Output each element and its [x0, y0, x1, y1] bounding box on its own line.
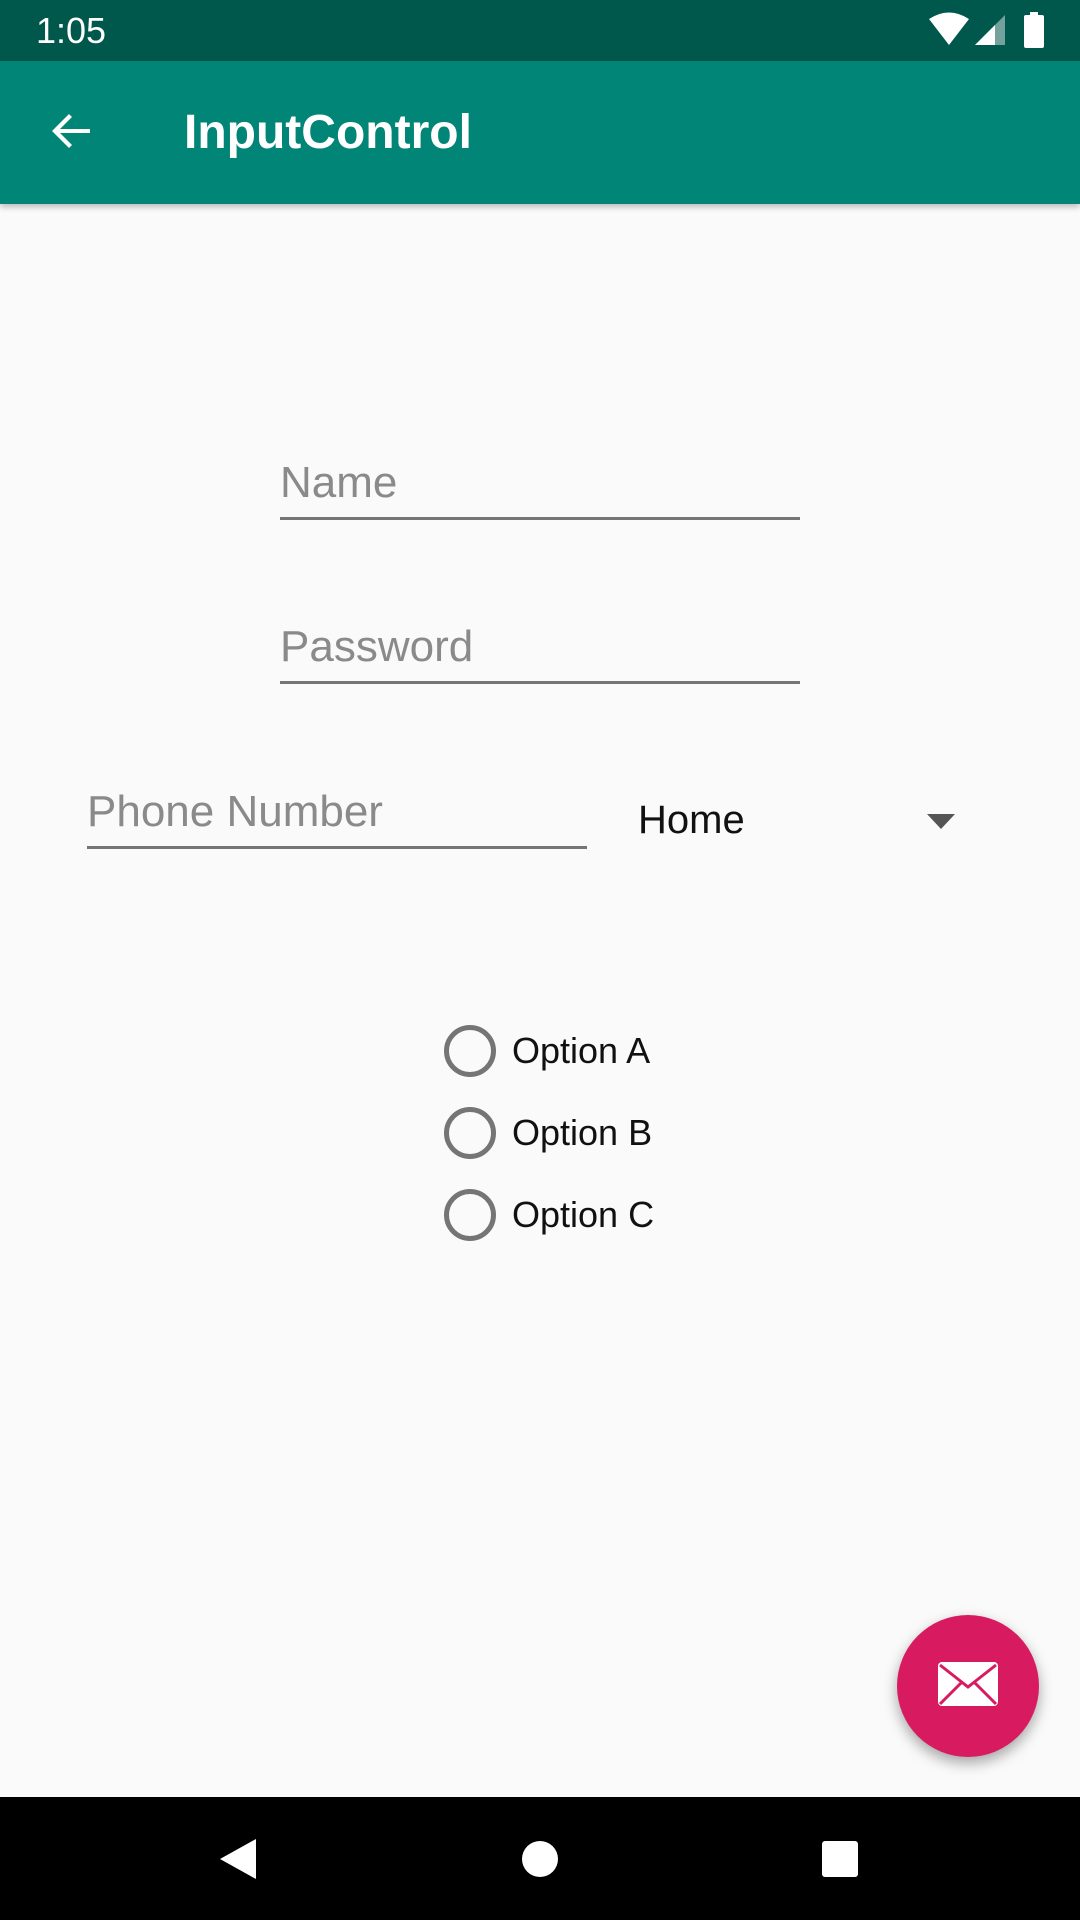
radio-label-b: Option B	[512, 1112, 653, 1153]
nav-recents-icon	[821, 1840, 859, 1883]
signal-icon	[973, 12, 1007, 51]
nav-home-icon	[521, 1840, 559, 1883]
phone-type-spinner[interactable]: Home	[620, 782, 970, 862]
arrow-back-icon	[48, 107, 96, 160]
name-input[interactable]	[280, 440, 800, 517]
radio-button-a[interactable]	[444, 1025, 496, 1077]
phone-field-container	[87, 769, 587, 849]
email-icon	[937, 1661, 999, 1712]
wifi-icon	[928, 12, 970, 51]
battery-icon	[1024, 12, 1044, 53]
navigation-bar	[0, 1797, 1080, 1920]
status-bar: 1:05	[0, 0, 1080, 61]
radio-button-c[interactable]	[444, 1189, 496, 1241]
password-input[interactable]	[280, 604, 800, 681]
nav-home-button[interactable]	[510, 1831, 570, 1891]
nav-back-button[interactable]	[208, 1831, 268, 1891]
radio-option-b[interactable]: Option B	[440, 1092, 700, 1174]
radio-label-a: Option A	[512, 1030, 651, 1071]
radio-button-b[interactable]	[444, 1107, 496, 1159]
status-time: 1:05	[36, 10, 107, 51]
app-title: InputControl	[184, 106, 472, 159]
screen: 1:05 InputControl Name Phone Number Home…	[0, 0, 1080, 1920]
phone-number-input[interactable]	[87, 769, 587, 846]
radio-option-a[interactable]: Option A	[440, 1010, 700, 1092]
nav-recents-button[interactable]	[810, 1831, 870, 1891]
app-bar: InputControl	[0, 61, 1080, 204]
radio-group: Option A Option B Option C	[440, 1010, 700, 1256]
dropdown-arrow-icon	[927, 814, 955, 835]
phone-type-selected: Home	[638, 798, 745, 842]
back-button[interactable]	[26, 91, 118, 175]
radio-label-c: Option C	[512, 1194, 655, 1235]
name-field-container	[280, 440, 800, 520]
radio-option-c[interactable]: Option C	[440, 1174, 700, 1256]
nav-back-icon	[218, 1837, 258, 1886]
email-fab-button[interactable]	[897, 1615, 1039, 1757]
password-field-container	[280, 604, 800, 684]
